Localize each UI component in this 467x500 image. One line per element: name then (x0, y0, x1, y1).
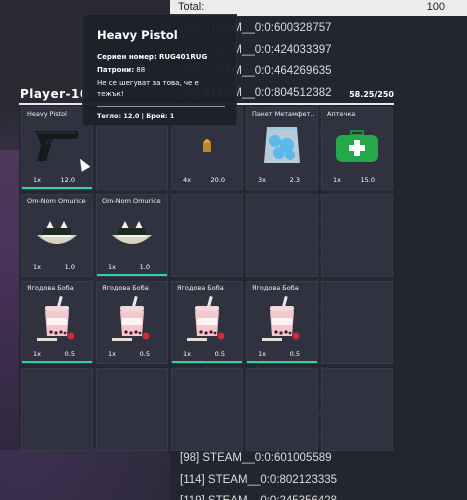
tooltip-separator (97, 106, 225, 107)
slot-quantity: 1x (33, 350, 41, 358)
inventory-slot-empty[interactable] (171, 368, 243, 451)
slot-item-name: Om-Nom Omurice (102, 197, 161, 205)
slot-weight: 0.5 (214, 350, 225, 358)
slot-weight: 1.0 (139, 263, 150, 271)
inventory-slot-empty[interactable] (171, 194, 243, 277)
slot-weight: 15.0 (360, 176, 375, 184)
scoreboard-total-value: 100 (426, 1, 445, 13)
slot-quantity: 1x (108, 263, 116, 271)
slot-durability-bar (247, 361, 317, 363)
scoreboard-row: [119] STEAM__0:0:245356428 (180, 491, 467, 500)
tooltip-footer: Тегло: 12.0 | Брой: 1 (97, 112, 175, 120)
scoreboard-row: [114] STEAM__0:0:802123335 (180, 473, 338, 486)
omurice-icon (109, 215, 155, 253)
slot-weight: 0.5 (64, 350, 75, 358)
slot-quantity: 4x (183, 176, 191, 184)
slot-quantity: 1x (258, 350, 266, 358)
slot-item-name: Ягодова Боба (27, 284, 74, 292)
inventory-slot-empty[interactable] (96, 368, 168, 451)
slot-quantity: 1x (183, 350, 191, 358)
slot-weight: 20.0 (210, 176, 225, 184)
tooltip-title: Heavy Pistol (97, 28, 178, 42)
slot-quantity: 3x (258, 176, 266, 184)
omurice-icon (34, 215, 80, 253)
boba-icon (37, 295, 77, 346)
slot-weight: 0.5 (289, 350, 300, 358)
slot-weight: 2.3 (289, 176, 300, 184)
inventory-weight: 58.25/250 (349, 90, 394, 99)
meth-bag-icon (261, 123, 303, 171)
slot-quantity: 1x (333, 176, 341, 184)
slot-item-name: Аптечка (327, 110, 356, 118)
inventory-slot-empty[interactable] (246, 194, 318, 277)
inventory-slot[interactable]: Пакет Метамфет... 3x 2.3 (246, 107, 318, 190)
slot-item-name: Пакет Метамфет... (252, 110, 314, 118)
slot-item-name: Ягодова Боба (177, 284, 224, 292)
inventory-slot[interactable]: Om-Nom Omurice 1x 1.0 (21, 194, 93, 277)
slot-weight: 1.0 (64, 263, 75, 271)
slot-weight: 0.5 (139, 350, 150, 358)
boba-icon (262, 295, 302, 346)
slot-durability-bar (22, 361, 92, 363)
inventory-slot-empty[interactable] (21, 368, 93, 451)
inventory-slot[interactable]: Ягодова Боба 1x 0.5 (21, 281, 93, 364)
slot-durability-bar (22, 187, 92, 189)
slot-durability-bar (172, 361, 242, 363)
tooltip-ammo: Патрони: 88 (97, 66, 145, 74)
inventory-slot[interactable]: Om-Nom Omurice 1x 1.0 (96, 194, 168, 277)
ammo-icon (200, 137, 214, 157)
item-tooltip: Heavy Pistol Сериен номер: RUG401RUG Пат… (82, 14, 237, 126)
inventory-slot[interactable]: Ягодова Боба 1x 0.5 (96, 281, 168, 364)
slot-weight: 12.0 (60, 176, 75, 184)
medkit-icon (333, 125, 381, 169)
slot-quantity: 1x (33, 176, 41, 184)
inventory-title: Player-10 (20, 87, 89, 101)
slot-item-name: Om-Nom Omurice (27, 197, 86, 205)
pistol-icon (31, 125, 83, 169)
slot-item-name: Heavy Pistol (27, 110, 67, 118)
inventory-slot[interactable]: Ягодова Боба 1x 0.5 (171, 281, 243, 364)
inventory-slot[interactable]: Ягодова Боба 1x 0.5 (246, 281, 318, 364)
slot-durability-bar (97, 274, 167, 276)
slot-quantity: 1x (108, 350, 116, 358)
slot-item-name: Ягодова Боба (252, 284, 299, 292)
inventory-slot-empty[interactable] (246, 368, 318, 451)
inventory-slot-empty[interactable] (321, 368, 393, 451)
tooltip-serial-label: Сериен номер: (97, 53, 157, 61)
tooltip-ammo-label: Патрони: (97, 66, 134, 74)
tooltip-serial-value: RUG401RUG (158, 53, 208, 61)
inventory-slot-empty[interactable] (321, 194, 393, 277)
boba-icon (187, 295, 227, 346)
tooltip-description: Не се шегуват за това, че е тежък! (97, 79, 199, 98)
slot-item-name: Ягодова Боба (102, 284, 149, 292)
slot-quantity: 1x (33, 263, 41, 271)
tooltip-ammo-value: 88 (136, 66, 146, 74)
tooltip-serial: Сериен номер: RUG401RUG (97, 53, 207, 61)
inventory-grid: Heavy Pistol 1x 12.0 4x 20.0 Пакет Метамфет..… (21, 107, 393, 451)
boba-icon (112, 295, 152, 346)
scoreboard-row: [98] STEAM__0:0:601005589 (180, 452, 332, 464)
inventory-slot-empty[interactable] (321, 281, 393, 364)
inventory-slot[interactable]: Аптечка 1x 15.0 (321, 107, 393, 190)
